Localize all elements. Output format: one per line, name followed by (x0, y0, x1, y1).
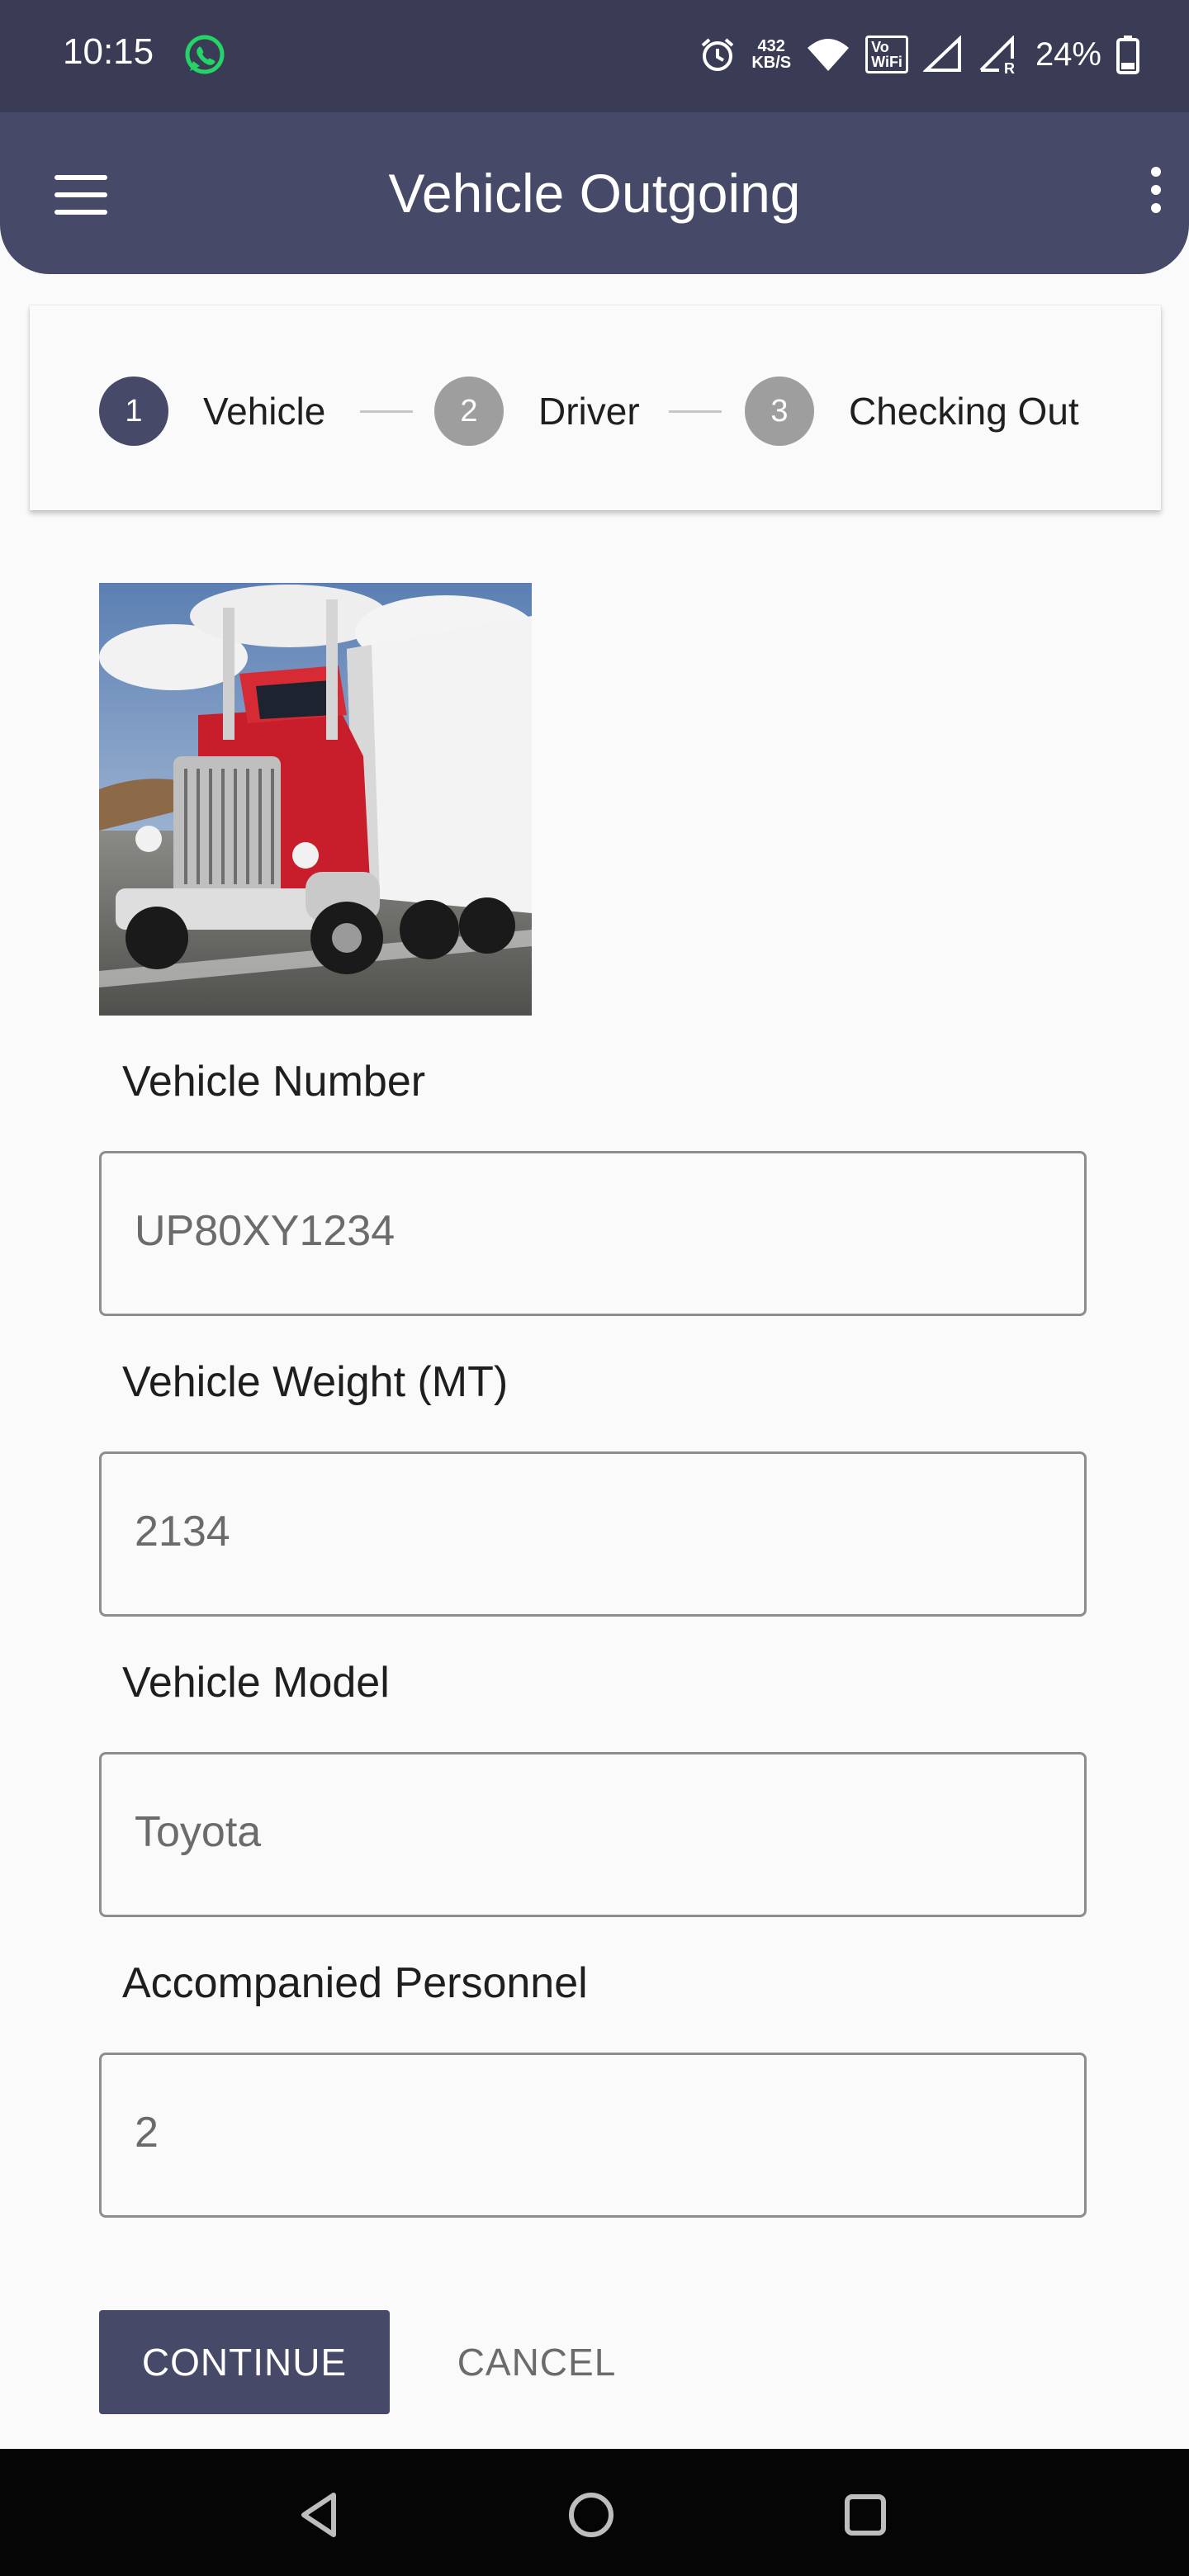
status-bar: 10:15 432 KB/S Vo WiFi R 24% (0, 0, 1189, 112)
vehicle-weight-value: 2134 (135, 1508, 230, 1556)
signal-icon (922, 36, 961, 72)
vehicle-weight-field[interactable]: 2134 (99, 1451, 1087, 1617)
accompanied-personnel-value: 2 (135, 2109, 159, 2157)
app-bar: Vehicle Outgoing (0, 112, 1189, 274)
back-icon[interactable] (294, 2490, 343, 2540)
vehicle-weight-label: Vehicle Weight (MT) (122, 1358, 509, 1406)
step-checking-out[interactable]: 3 Checking Out (745, 376, 1079, 446)
battery-icon (1116, 36, 1139, 74)
vehicle-number-field[interactable]: UP80XY1234 (99, 1151, 1087, 1316)
status-time: 10:15 (63, 31, 154, 72)
accompanied-personnel-label: Accompanied Personnel (122, 1959, 588, 2007)
battery-percent: 24% (1035, 36, 1101, 73)
step-vehicle[interactable]: 1 Vehicle (99, 376, 325, 446)
svg-text:R: R (1004, 60, 1015, 73)
accompanied-personnel-field[interactable]: 2 (99, 2053, 1087, 2218)
signal-roaming-icon: R (979, 36, 1015, 73)
vehicle-photo (99, 583, 532, 1016)
network-speed: 432 KB/S (751, 37, 792, 72)
vehicle-model-value: Toyota (135, 1808, 262, 1856)
wifi-icon (808, 39, 850, 71)
vowifi-icon: Vo WiFi (865, 36, 908, 73)
vehicle-model-label: Vehicle Model (122, 1659, 390, 1707)
stepper: 1 Vehicle 2 Driver 3 Checking Out (30, 305, 1161, 510)
recents-icon[interactable] (841, 2490, 890, 2540)
step-label: Driver (538, 390, 640, 433)
continue-button[interactable]: CONTINUE (99, 2310, 390, 2414)
cancel-button[interactable]: CANCEL (429, 2310, 644, 2414)
whatsapp-icon (185, 35, 225, 74)
page-title: Vehicle Outgoing (388, 163, 801, 224)
alarm-icon (701, 38, 734, 71)
vehicle-model-field[interactable]: Toyota (99, 1752, 1087, 1917)
step-label: Checking Out (849, 390, 1079, 433)
vehicle-number-label: Vehicle Number (122, 1058, 426, 1106)
more-options-icon[interactable] (1146, 167, 1166, 220)
step-number: 1 (99, 376, 168, 446)
step-number: 2 (434, 376, 504, 446)
step-driver[interactable]: 2 Driver (434, 376, 640, 446)
system-nav-bar (0, 2449, 1189, 2576)
step-connector (360, 410, 413, 413)
step-label: Vehicle (203, 390, 326, 433)
step-number: 3 (745, 376, 814, 446)
vehicle-number-value: UP80XY1234 (135, 1207, 396, 1255)
home-icon[interactable] (566, 2490, 616, 2540)
step-connector (669, 410, 722, 413)
